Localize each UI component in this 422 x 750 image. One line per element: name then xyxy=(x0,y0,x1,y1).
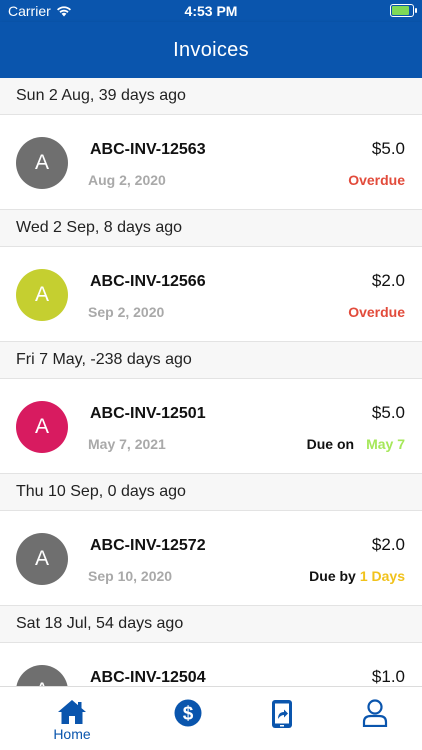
invoice-status: Overdue xyxy=(344,304,405,320)
invoice-row[interactable]: A ABC-INV-12572 Sep 10, 2020 $2.0 Due by… xyxy=(0,510,422,606)
svg-text:$: $ xyxy=(183,704,194,725)
status-value: Overdue xyxy=(348,304,405,320)
invoice-row[interactable]: A ABC-INV-12563 Aug 2, 2020 $5.0 Overdue xyxy=(0,114,422,210)
tab-bar: Home $ xyxy=(0,686,422,750)
invoice-row[interactable]: A ABC-INV-12566 Sep 2, 2020 $2.0 Overdue xyxy=(0,246,422,342)
page-title: Invoices xyxy=(173,38,249,61)
invoice-status: Due by 1 Days xyxy=(309,568,405,584)
invoice-number: ABC-INV-12572 xyxy=(90,537,206,554)
invoice-date: Aug 2, 2020 xyxy=(88,172,166,188)
tab-label-home: Home xyxy=(53,726,91,742)
avatar-initial: A xyxy=(34,283,49,306)
user-icon xyxy=(362,699,388,727)
tab-profile[interactable] xyxy=(335,687,415,750)
invoice-status: Overdue xyxy=(344,172,405,188)
avatar: A xyxy=(16,533,68,585)
invoice-amount: $5.0 xyxy=(371,139,405,158)
status-prefix: Due by xyxy=(309,568,356,584)
dollar-circle-icon: $ xyxy=(174,699,202,727)
home-icon xyxy=(58,700,86,724)
invoice-number: ABC-INV-12563 xyxy=(90,141,206,158)
tab-share[interactable] xyxy=(242,687,322,750)
invoice-status: Due on May 7 xyxy=(307,436,405,452)
invoice-number: ABC-INV-12501 xyxy=(90,405,206,422)
avatar: A xyxy=(16,269,68,321)
status-value: Overdue xyxy=(348,172,405,188)
invoice-amount: $2.0 xyxy=(371,271,405,290)
status-value: 1 Days xyxy=(359,568,405,584)
avatar-initial: A xyxy=(35,679,49,686)
section-header: Wed 2 Sep, 8 days ago xyxy=(0,210,422,246)
battery-icon xyxy=(390,4,417,17)
invoice-date: Sep 2, 2020 xyxy=(88,304,165,320)
invoice-list[interactable]: Sun 2 Aug, 39 days ago A ABC-INV-12563 A… xyxy=(0,78,422,686)
avatar-initial: A xyxy=(34,547,49,570)
avatar: A xyxy=(16,665,68,686)
invoice-row[interactable]: A ABC-INV-12504 $1.0 xyxy=(0,642,422,686)
avatar-initial: A xyxy=(34,151,49,174)
invoice-amount: $2.0 xyxy=(371,535,405,554)
section-header: Thu 10 Sep, 0 days ago xyxy=(0,474,422,510)
tab-home[interactable]: Home xyxy=(32,687,112,750)
invoice-date: Sep 10, 2020 xyxy=(88,568,173,584)
section-header: Fri 7 May, -238 days ago xyxy=(0,342,422,378)
avatar-initial: A xyxy=(34,415,49,438)
section-header: Sat 18 Jul, 54 days ago xyxy=(0,606,422,642)
status-time: 4:53 PM xyxy=(184,3,238,19)
invoice-amount: $1.0 xyxy=(371,667,405,686)
avatar: A xyxy=(16,137,68,189)
status-prefix: Due on xyxy=(306,436,355,452)
status-value: May 7 xyxy=(366,436,405,452)
invoice-amount: $5.0 xyxy=(371,403,405,422)
invoice-number: ABC-INV-12504 xyxy=(90,669,206,686)
invoice-number: ABC-INV-12566 xyxy=(90,273,206,290)
invoice-row[interactable]: A ABC-INV-12501 May 7, 2021 $5.0 Due on … xyxy=(0,378,422,474)
invoice-date: May 7, 2021 xyxy=(88,436,166,452)
phone-share-icon xyxy=(272,700,292,728)
avatar: A xyxy=(16,401,68,453)
nav-bar: Invoices xyxy=(0,22,422,78)
status-bar: Carrier 4:53 PM xyxy=(0,0,422,22)
tab-payments[interactable]: $ xyxy=(148,687,228,750)
section-header: Sun 2 Aug, 39 days ago xyxy=(0,78,422,114)
